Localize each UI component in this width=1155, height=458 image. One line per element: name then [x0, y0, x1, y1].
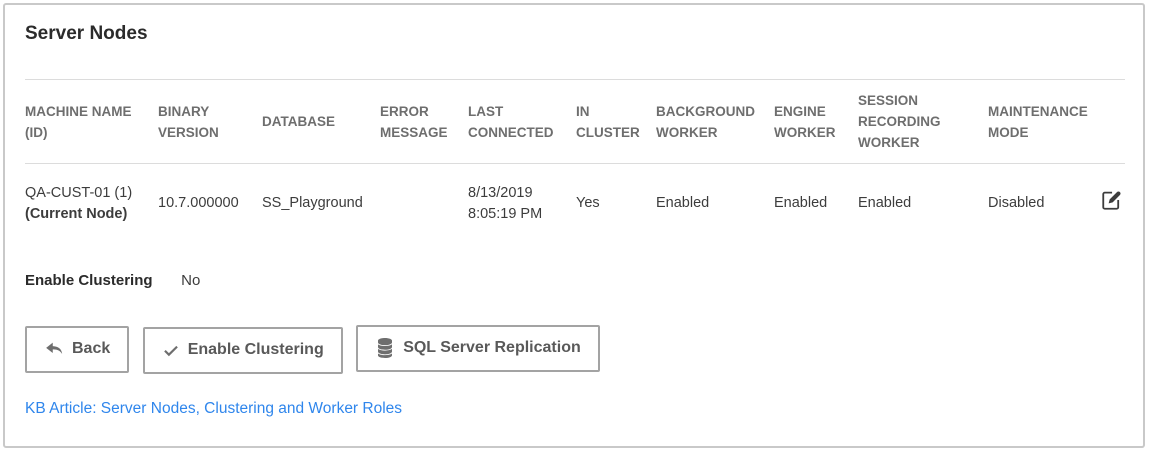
cell-in-cluster: Yes — [576, 164, 656, 244]
cell-database: SS_Playground — [262, 164, 380, 244]
edit-icon — [1100, 200, 1123, 215]
enable-clustering-setting: Enable Clustering No — [25, 272, 1125, 289]
server-nodes-panel: Server Nodes MACHINE NAME (ID) BINARY VE… — [3, 3, 1145, 448]
enable-clustering-value: No — [181, 272, 200, 289]
col-header-maintenance-mode: MAINTENANCE MODE — [988, 80, 1100, 164]
col-header-last-connected: LAST CONNECTED — [468, 80, 576, 164]
col-header-machine-name: MACHINE NAME (ID) — [25, 80, 158, 164]
page-title: Server Nodes — [25, 22, 1125, 45]
cell-row-actions — [1100, 164, 1125, 244]
enable-clustering-label: Enable Clustering — [25, 272, 177, 289]
database-icon — [375, 337, 395, 359]
cell-engine-worker: Enabled — [774, 164, 858, 244]
sql-server-replication-button[interactable]: SQL Server Replication — [356, 325, 600, 372]
back-button-label: Back — [72, 340, 110, 358]
current-node-label: (Current Node) — [25, 204, 144, 225]
cell-last-connected: 8/13/2019 8:05:19 PM — [468, 164, 576, 244]
cell-maintenance-mode: Disabled — [988, 164, 1100, 244]
sql-server-replication-button-label: SQL Server Replication — [403, 339, 581, 357]
enable-clustering-button-label: Enable Clustering — [188, 341, 324, 359]
server-nodes-table: MACHINE NAME (ID) BINARY VERSION DATABAS… — [25, 79, 1125, 244]
edit-node-button[interactable] — [1100, 189, 1123, 212]
table-row: QA-CUST-01 (1) (Current Node) 10.7.00000… — [25, 164, 1125, 244]
cell-background-worker: Enabled — [656, 164, 774, 244]
col-header-session-recording-worker: SESSION RECORDING WORKER — [858, 80, 988, 164]
cell-session-recording-worker: Enabled — [858, 164, 988, 244]
col-header-background-worker: BACKGROUND WORKER — [656, 80, 774, 164]
check-icon — [162, 341, 180, 359]
enable-clustering-button[interactable]: Enable Clustering — [143, 327, 343, 374]
table-header-row: MACHINE NAME (ID) BINARY VERSION DATABAS… — [25, 80, 1125, 164]
cell-error-message — [380, 164, 468, 244]
cell-machine-name: QA-CUST-01 (1) (Current Node) — [25, 164, 158, 244]
col-header-actions — [1100, 80, 1125, 164]
col-header-error-message: ERROR MESSAGE — [380, 80, 468, 164]
action-button-row: Back Enable Clustering SQL Server Replic… — [25, 325, 1125, 374]
col-header-binary-version: BINARY VERSION — [158, 80, 262, 164]
kb-article-link[interactable]: KB Article: Server Nodes, Clustering and… — [25, 400, 402, 418]
back-button[interactable]: Back — [25, 326, 129, 373]
col-header-in-cluster: IN CLUSTER — [576, 80, 656, 164]
col-header-database: DATABASE — [262, 80, 380, 164]
reply-arrow-icon — [44, 339, 64, 359]
machine-name: QA-CUST-01 (1) — [25, 185, 132, 201]
cell-binary-version: 10.7.000000 — [158, 164, 262, 244]
col-header-engine-worker: ENGINE WORKER — [774, 80, 858, 164]
